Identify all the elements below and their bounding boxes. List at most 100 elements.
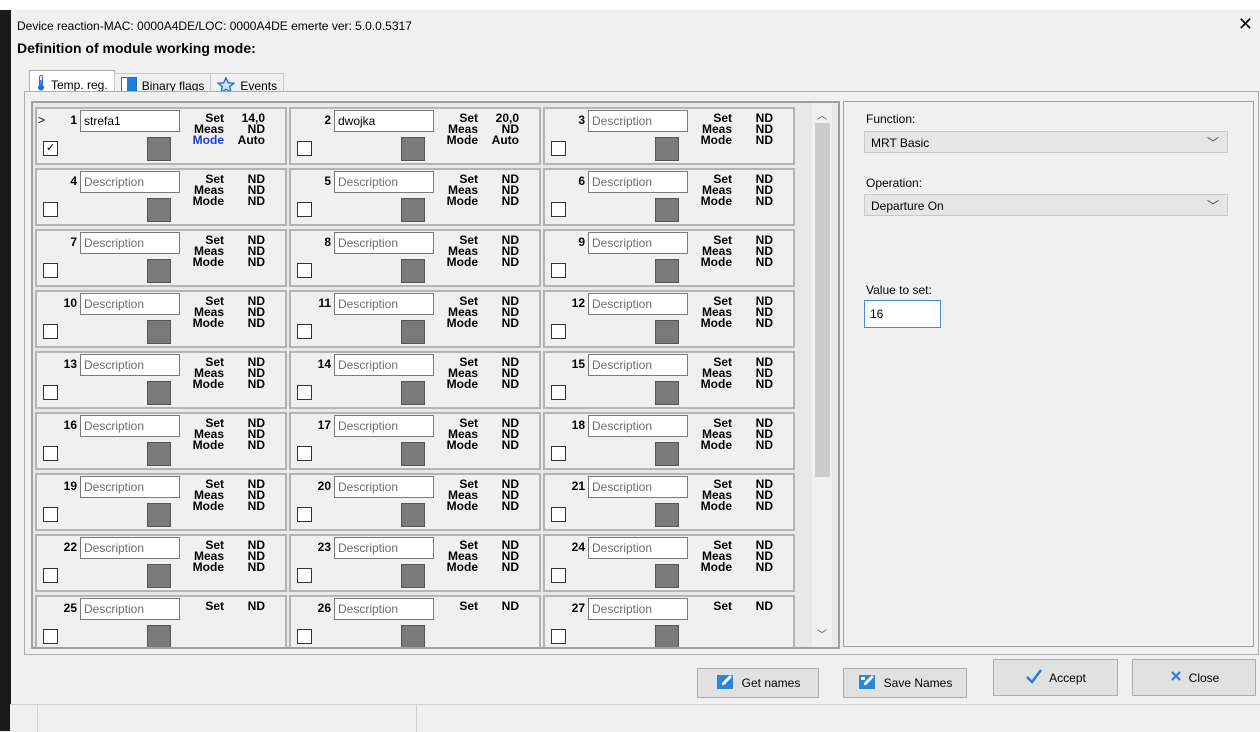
zone-checkbox[interactable] xyxy=(551,385,566,400)
zone-color-swatch[interactable] xyxy=(401,137,425,161)
scroll-up-icon[interactable]: ︿ xyxy=(817,107,827,122)
zone-color-swatch[interactable] xyxy=(655,625,679,647)
zone-cell[interactable]: 18 SetMeasModeNDNDND xyxy=(543,412,795,470)
zone-description-input[interactable] xyxy=(588,293,688,315)
zone-cell[interactable]: 15 SetMeasModeNDNDND xyxy=(543,351,795,409)
save-names-button[interactable]: Save Names xyxy=(843,668,967,698)
zone-description-input[interactable] xyxy=(588,598,688,620)
zone-cell[interactable]: 22 SetMeasModeNDNDND xyxy=(35,534,287,592)
zone-color-swatch[interactable] xyxy=(401,198,425,222)
zone-color-swatch[interactable] xyxy=(655,503,679,527)
zone-checkbox[interactable] xyxy=(43,324,58,339)
zone-cell[interactable]: 9 SetMeasModeNDNDND xyxy=(543,229,795,287)
zone-checkbox[interactable] xyxy=(297,324,312,339)
zone-description-input[interactable] xyxy=(588,476,688,498)
zone-cell[interactable]: 13 SetMeasModeNDNDND xyxy=(35,351,287,409)
zone-checkbox[interactable] xyxy=(43,202,58,217)
zone-description-input[interactable] xyxy=(80,171,180,193)
zone-checkbox[interactable] xyxy=(43,385,58,400)
zone-description-input[interactable] xyxy=(334,110,434,132)
zone-description-input[interactable] xyxy=(80,354,180,376)
zone-cell[interactable]: 27 Set ND xyxy=(543,595,795,647)
zone-color-swatch[interactable] xyxy=(401,442,425,466)
zone-checkbox[interactable] xyxy=(551,446,566,461)
zone-cell[interactable]: 24 SetMeasModeNDNDND xyxy=(543,534,795,592)
zone-description-input[interactable] xyxy=(334,232,434,254)
zone-color-swatch[interactable] xyxy=(655,137,679,161)
zone-cell[interactable]: 3 SetMeasModeNDNDND xyxy=(543,107,795,165)
close-window-icon[interactable]: ✕ xyxy=(1238,14,1253,35)
zone-color-swatch[interactable] xyxy=(147,381,171,405)
zone-cell[interactable]: 5 SetMeasModeNDNDND xyxy=(289,168,541,226)
zone-color-swatch[interactable] xyxy=(655,442,679,466)
zone-description-input[interactable] xyxy=(80,598,180,620)
zone-description-input[interactable] xyxy=(80,415,180,437)
zone-description-input[interactable] xyxy=(588,415,688,437)
zone-color-swatch[interactable] xyxy=(655,381,679,405)
function-select[interactable]: MRT Basic ﹀ xyxy=(864,131,1228,153)
accept-button[interactable]: Accept xyxy=(993,659,1118,696)
zone-description-input[interactable] xyxy=(588,537,688,559)
zone-color-swatch[interactable] xyxy=(147,625,171,647)
zone-checkbox[interactable] xyxy=(551,202,566,217)
zone-cell[interactable]: 21 SetMeasModeNDNDND xyxy=(543,473,795,531)
zone-description-input[interactable] xyxy=(80,110,180,132)
zone-color-swatch[interactable] xyxy=(401,381,425,405)
zone-checkbox[interactable] xyxy=(551,141,566,156)
zone-checkbox[interactable] xyxy=(551,324,566,339)
zone-checkbox[interactable] xyxy=(43,446,58,461)
zone-cell[interactable]: 25 Set ND xyxy=(35,595,287,647)
zone-description-input[interactable] xyxy=(334,293,434,315)
zone-checkbox[interactable] xyxy=(297,263,312,278)
zone-description-input[interactable] xyxy=(334,171,434,193)
vertical-scrollbar[interactable]: ︿ ﹀ xyxy=(812,103,832,647)
zone-color-swatch[interactable] xyxy=(147,442,171,466)
zone-checkbox[interactable] xyxy=(297,507,312,522)
zone-description-input[interactable] xyxy=(80,293,180,315)
zone-checkbox[interactable] xyxy=(43,629,58,644)
zone-color-swatch[interactable] xyxy=(655,320,679,344)
zone-checkbox[interactable] xyxy=(43,263,58,278)
zone-description-input[interactable] xyxy=(80,232,180,254)
zone-color-swatch[interactable] xyxy=(401,259,425,283)
zone-checkbox[interactable] xyxy=(551,263,566,278)
zone-cell[interactable]: 6 SetMeasModeNDNDND xyxy=(543,168,795,226)
zone-cell[interactable]: 12 SetMeasModeNDNDND xyxy=(543,290,795,348)
zone-cell[interactable]: 16 SetMeasModeNDNDND xyxy=(35,412,287,470)
zone-cell[interactable]: 7 SetMeasModeNDNDND xyxy=(35,229,287,287)
zone-checkbox[interactable] xyxy=(297,629,312,644)
zone-checkbox[interactable] xyxy=(551,629,566,644)
zone-color-swatch[interactable] xyxy=(655,198,679,222)
zone-cell[interactable]: 11 SetMeasModeNDNDND xyxy=(289,290,541,348)
zone-checkbox[interactable] xyxy=(297,202,312,217)
zone-cell[interactable]: 20 SetMeasModeNDNDND xyxy=(289,473,541,531)
zone-cell[interactable]: >1✓SetMeasMode14,0NDAuto xyxy=(35,107,287,165)
zone-description-input[interactable] xyxy=(334,537,434,559)
zone-description-input[interactable] xyxy=(588,110,688,132)
zone-color-swatch[interactable] xyxy=(401,320,425,344)
zone-description-input[interactable] xyxy=(588,232,688,254)
value-to-set-input[interactable]: 16 xyxy=(864,300,941,328)
operation-select[interactable]: Departure On ﹀ xyxy=(864,194,1228,216)
zone-checkbox[interactable]: ✓ xyxy=(43,141,58,156)
zone-color-swatch[interactable] xyxy=(147,198,171,222)
zone-description-input[interactable] xyxy=(334,354,434,376)
zone-cell[interactable]: 8 SetMeasModeNDNDND xyxy=(289,229,541,287)
zone-cell[interactable]: 26 Set ND xyxy=(289,595,541,647)
zone-checkbox[interactable] xyxy=(43,568,58,583)
zone-checkbox[interactable] xyxy=(43,507,58,522)
zone-cell[interactable]: 2 SetMeasMode20,0NDAuto xyxy=(289,107,541,165)
zone-checkbox[interactable] xyxy=(297,446,312,461)
zone-checkbox[interactable] xyxy=(551,568,566,583)
zone-cell[interactable]: 10 SetMeasModeNDNDND xyxy=(35,290,287,348)
zone-description-input[interactable] xyxy=(80,476,180,498)
zone-color-swatch[interactable] xyxy=(401,564,425,588)
zone-description-input[interactable] xyxy=(588,354,688,376)
zone-description-input[interactable] xyxy=(588,171,688,193)
zone-description-input[interactable] xyxy=(334,476,434,498)
zone-cell[interactable]: 19 SetMeasModeNDNDND xyxy=(35,473,287,531)
zone-color-swatch[interactable] xyxy=(401,625,425,647)
zone-description-input[interactable] xyxy=(334,598,434,620)
zone-color-swatch[interactable] xyxy=(147,259,171,283)
zone-color-swatch[interactable] xyxy=(147,320,171,344)
